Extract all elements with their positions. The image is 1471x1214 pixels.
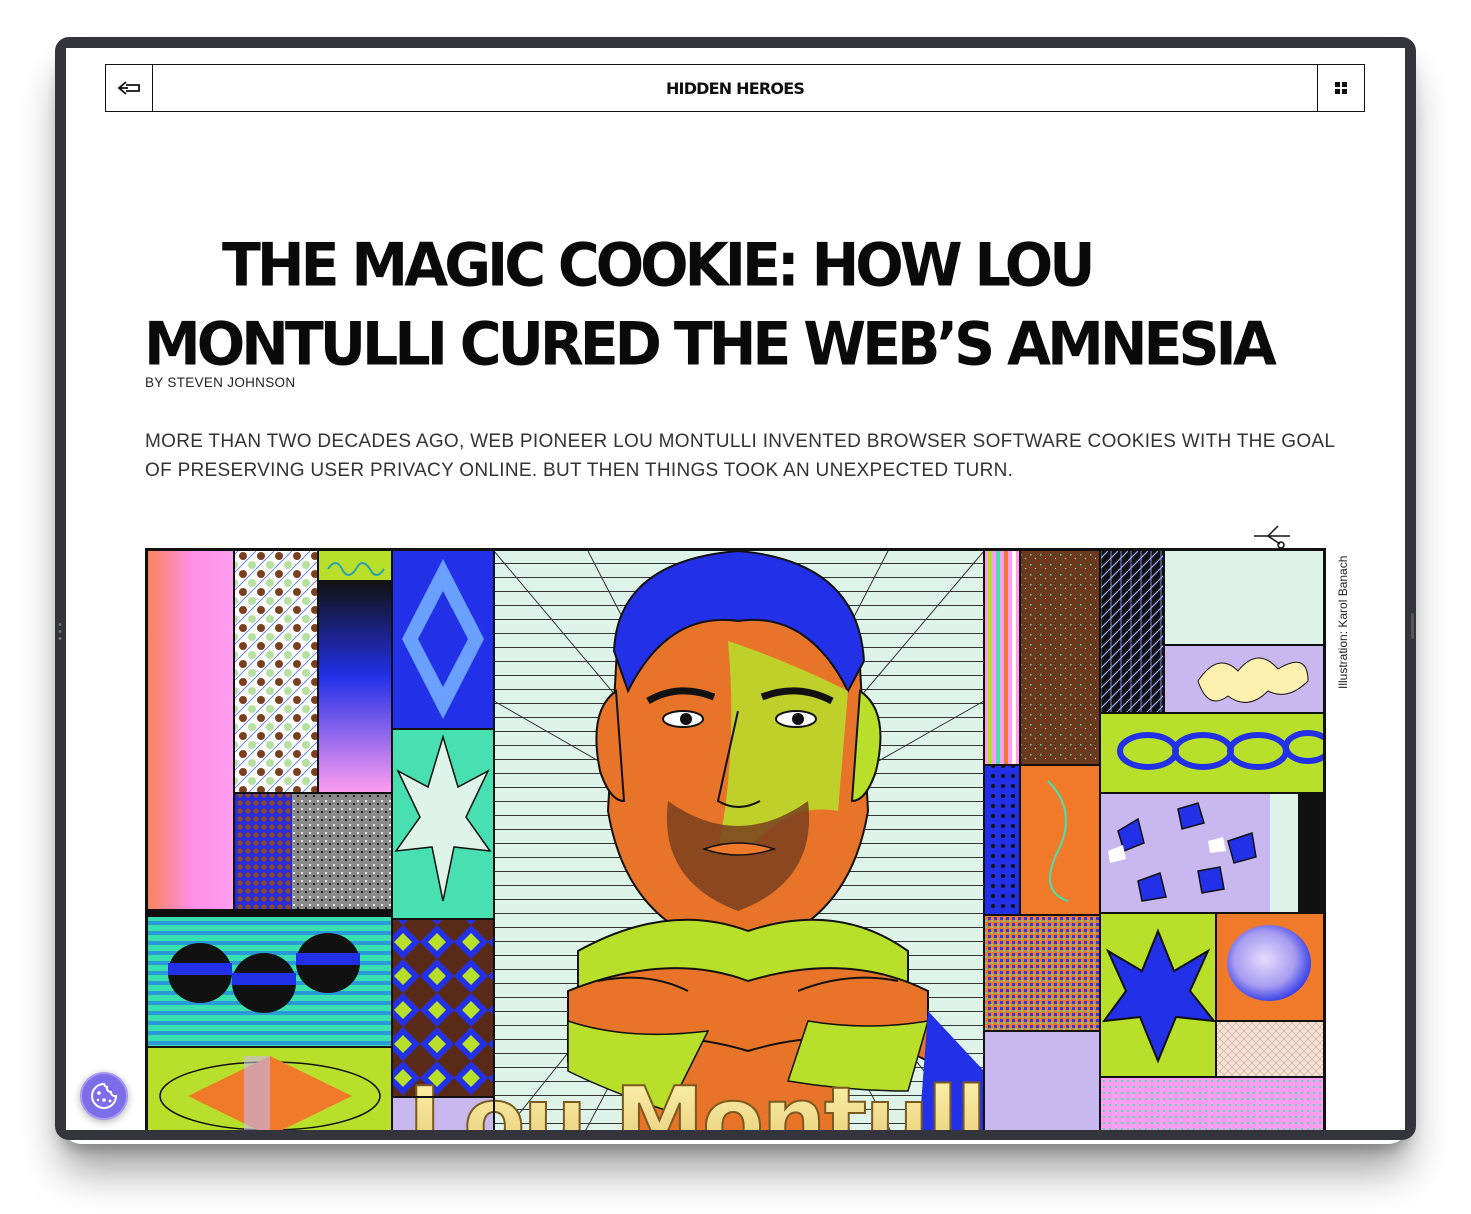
scissors-icon (1254, 525, 1290, 548)
side-dots (58, 621, 62, 641)
top-nav-bar: HIDDEN HEROES (105, 64, 1365, 112)
article-headline: THE MAGIC COOKIE: HOW LOU MONTULLI CURED… (144, 231, 1277, 379)
arrow-left-icon (117, 81, 140, 95)
article-dek: MORE THAN TWO DECADES AGO, WEB PIONEER L… (145, 431, 1335, 481)
site-title[interactable]: HIDDEN HEROES (153, 65, 1317, 111)
hero-illustration: Lou Montulli (145, 548, 1326, 1130)
cookie-settings-button[interactable] (80, 1072, 128, 1120)
article-byline[interactable]: BY STEVEN JOHNSON (145, 375, 295, 390)
menu-grid-button[interactable] (1317, 65, 1364, 111)
side-button (1411, 613, 1414, 639)
svg-text:Lou Montulli: Lou Montulli (408, 1068, 1014, 1130)
grid-icon (1335, 82, 1347, 94)
back-button[interactable] (106, 65, 153, 111)
cookie-icon (91, 1082, 118, 1109)
illustration-credit: Illustration: Karol Banach (1336, 556, 1350, 690)
screen: HIDDEN HEROES THE MAGIC COOKIE: HOW LOU … (66, 48, 1405, 1130)
